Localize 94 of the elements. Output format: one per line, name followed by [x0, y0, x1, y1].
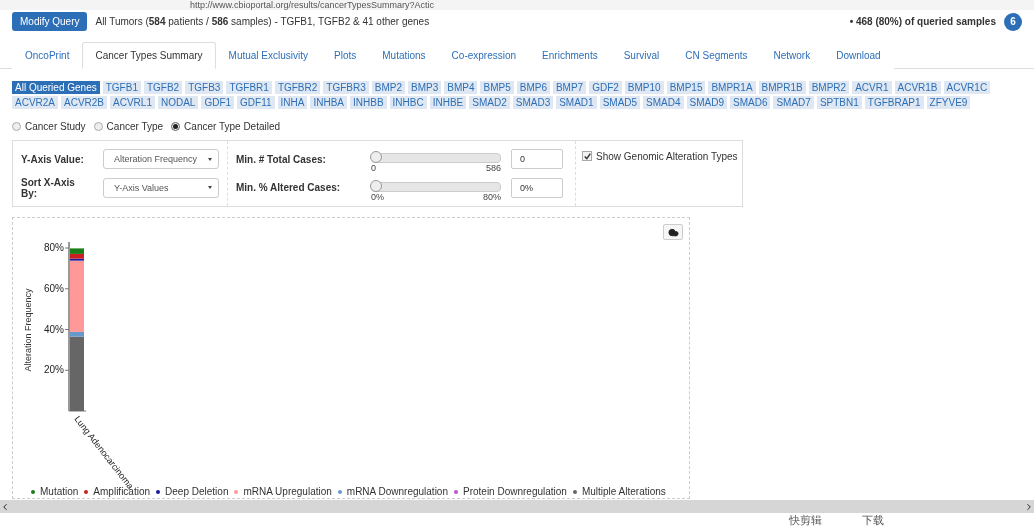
gene-tag[interactable]: SMAD9 — [686, 96, 727, 110]
gene-tag[interactable]: BMPR1A — [708, 81, 756, 95]
gene-tag[interactable]: BMPR1B — [758, 81, 806, 95]
gene-tag[interactable]: BMPR2 — [808, 81, 850, 95]
cloud-icon — [667, 226, 679, 238]
gene-tag[interactable]: INHBE — [429, 96, 467, 110]
gene-tag[interactable]: TGFBR1 — [226, 81, 272, 95]
y-tick-label: 80% — [44, 242, 64, 254]
y-tick-label: 40% — [44, 323, 64, 335]
gene-tag[interactable]: NODAL — [157, 96, 199, 110]
gene-tag[interactable]: BMP2 — [371, 81, 405, 95]
gene-tag[interactable]: ACVRL1 — [110, 96, 155, 110]
scroll-right-icon[interactable] — [1024, 501, 1034, 512]
tab[interactable]: Cancer Types Summary — [82, 41, 216, 70]
sort-select[interactable]: Y-Axis Values — [103, 177, 219, 198]
gene-tag[interactable]: GDF2 — [589, 81, 622, 95]
gene-tag[interactable]: GDF11 — [237, 96, 275, 110]
caret-icon — [208, 186, 212, 190]
value-field[interactable]: 0% — [511, 177, 563, 198]
gene-tag[interactable]: SMAD4 — [643, 96, 684, 110]
slider-min: 0 — [371, 163, 376, 174]
gene-tag[interactable]: INHA — [277, 96, 308, 110]
y-axis-title: Alteration Frequency — [23, 288, 33, 372]
legend-label: mRNA Upregulation — [243, 486, 332, 498]
legend-label: Multiple Alterations — [581, 486, 666, 498]
slider-min: 0% — [371, 191, 384, 202]
legend-label: Mutation — [40, 486, 79, 498]
gene-tag[interactable]: BMP4 — [444, 81, 478, 95]
radio-button[interactable] — [171, 122, 181, 132]
radio-label: Cancer Type — [106, 121, 164, 133]
taskbar-item[interactable]: 下载 — [862, 513, 884, 528]
gene-tag[interactable]: INHBB — [350, 96, 387, 110]
slider-max: 586 — [485, 163, 501, 174]
gene-tag[interactable]: SMAD1 — [556, 96, 597, 110]
gene-tag[interactable]: BMP6 — [516, 81, 550, 95]
gene-tag[interactable]: SMAD5 — [599, 96, 641, 110]
gene-tag[interactable]: ZFYVE9 — [926, 96, 971, 110]
legend-label: mRNA Downregulation — [346, 486, 448, 498]
y-axis-select[interactable]: Alteration Frequency — [103, 149, 219, 170]
gene-tag[interactable]: SPTBN1 — [816, 96, 862, 110]
gene-tag[interactable]: BMP15 — [666, 81, 706, 95]
gene-tag[interactable]: SMAD3 — [512, 96, 554, 110]
scroll-left-icon[interactable] — [0, 501, 10, 512]
radio-button[interactable] — [12, 122, 21, 132]
slider-thumb[interactable] — [370, 151, 382, 164]
count-badge[interactable]: 6 — [1004, 12, 1022, 31]
slider-label: Min. % Altered Cases: — [236, 182, 342, 194]
gene-tag[interactable]: BMP10 — [624, 81, 664, 95]
gene-tag[interactable]: INHBC — [389, 96, 427, 110]
queried-samples-count: • 468 (80%) of queried samples — [849, 16, 996, 28]
gene-tag[interactable]: ACVR2B — [61, 96, 108, 110]
radio-label: Cancer Type Detailed — [184, 121, 281, 133]
gene-tag[interactable]: TGFBR3 — [323, 81, 369, 95]
gene-tag[interactable]: TGFB2 — [143, 81, 183, 95]
gene-tag[interactable]: TGFB1 — [102, 81, 141, 95]
value-field[interactable]: 0 — [511, 149, 563, 170]
slider-track[interactable] — [371, 153, 501, 164]
gene-tag[interactable]: ACVR2A — [12, 96, 58, 110]
legend-label: Protein Downregulation — [463, 486, 567, 498]
radio-button[interactable] — [93, 122, 103, 132]
gene-tag[interactable]: ACVR1C — [943, 81, 991, 95]
gene-tag[interactable]: TGFBRAP1 — [864, 96, 924, 110]
gene-tag[interactable]: BMP3 — [408, 81, 442, 95]
y-tick-label: 60% — [44, 282, 64, 294]
gene-tag[interactable]: SMAD7 — [773, 96, 814, 110]
gene-tag[interactable]: SMAD2 — [469, 96, 510, 110]
checkbox[interactable] — [582, 151, 592, 162]
gene-tag[interactable]: GDF1 — [201, 96, 235, 110]
gene-tag[interactable]: TGFBR2 — [274, 81, 321, 95]
slider-max: 80% — [483, 191, 501, 202]
modify-query-button[interactable]: Modify Query — [12, 12, 88, 32]
gene-tag[interactable]: BMP5 — [480, 81, 514, 95]
y-tick-label: 20% — [44, 364, 64, 376]
gene-tag[interactable]: SMAD6 — [730, 96, 771, 110]
gene-tag[interactable]: All Queried Genes — [12, 81, 100, 95]
gene-tag[interactable]: TGFB3 — [185, 81, 224, 95]
gene-tag[interactable]: INHBA — [310, 96, 348, 110]
sort-label: Sort X-Axis By: — [21, 176, 76, 199]
slider-track[interactable] — [371, 181, 501, 192]
legend-label: Deep Deletion — [165, 486, 229, 498]
query-summary: All Tumors (584 patients / 586 samples) - TGFB1, TGFB2 & 41 other genes — [95, 16, 430, 28]
slider-label: Min. # Total Cases: — [236, 153, 327, 165]
url-text[interactable]: http://www.cbioportal.org/results/cancerTypesSummary?Actic — [0, 0, 1034, 10]
taskbar-item[interactable]: 快剪辑 — [789, 513, 822, 528]
gene-tag[interactable]: ACVR1 — [852, 81, 892, 95]
gene-tag[interactable]: ACVR1B — [894, 81, 941, 95]
gene-tag[interactable]: BMP7 — [552, 81, 587, 95]
slider-thumb[interactable] — [370, 179, 382, 192]
caret-icon — [208, 157, 212, 161]
checkbox-label: Show Genomic Alteration Types — [596, 151, 738, 163]
download-button[interactable] — [663, 224, 683, 241]
y-axis-label: Y-Axis Value: — [21, 153, 85, 165]
radio-label: Cancer Study — [25, 121, 86, 133]
horizontal-scrollbar[interactable] — [0, 500, 1034, 513]
